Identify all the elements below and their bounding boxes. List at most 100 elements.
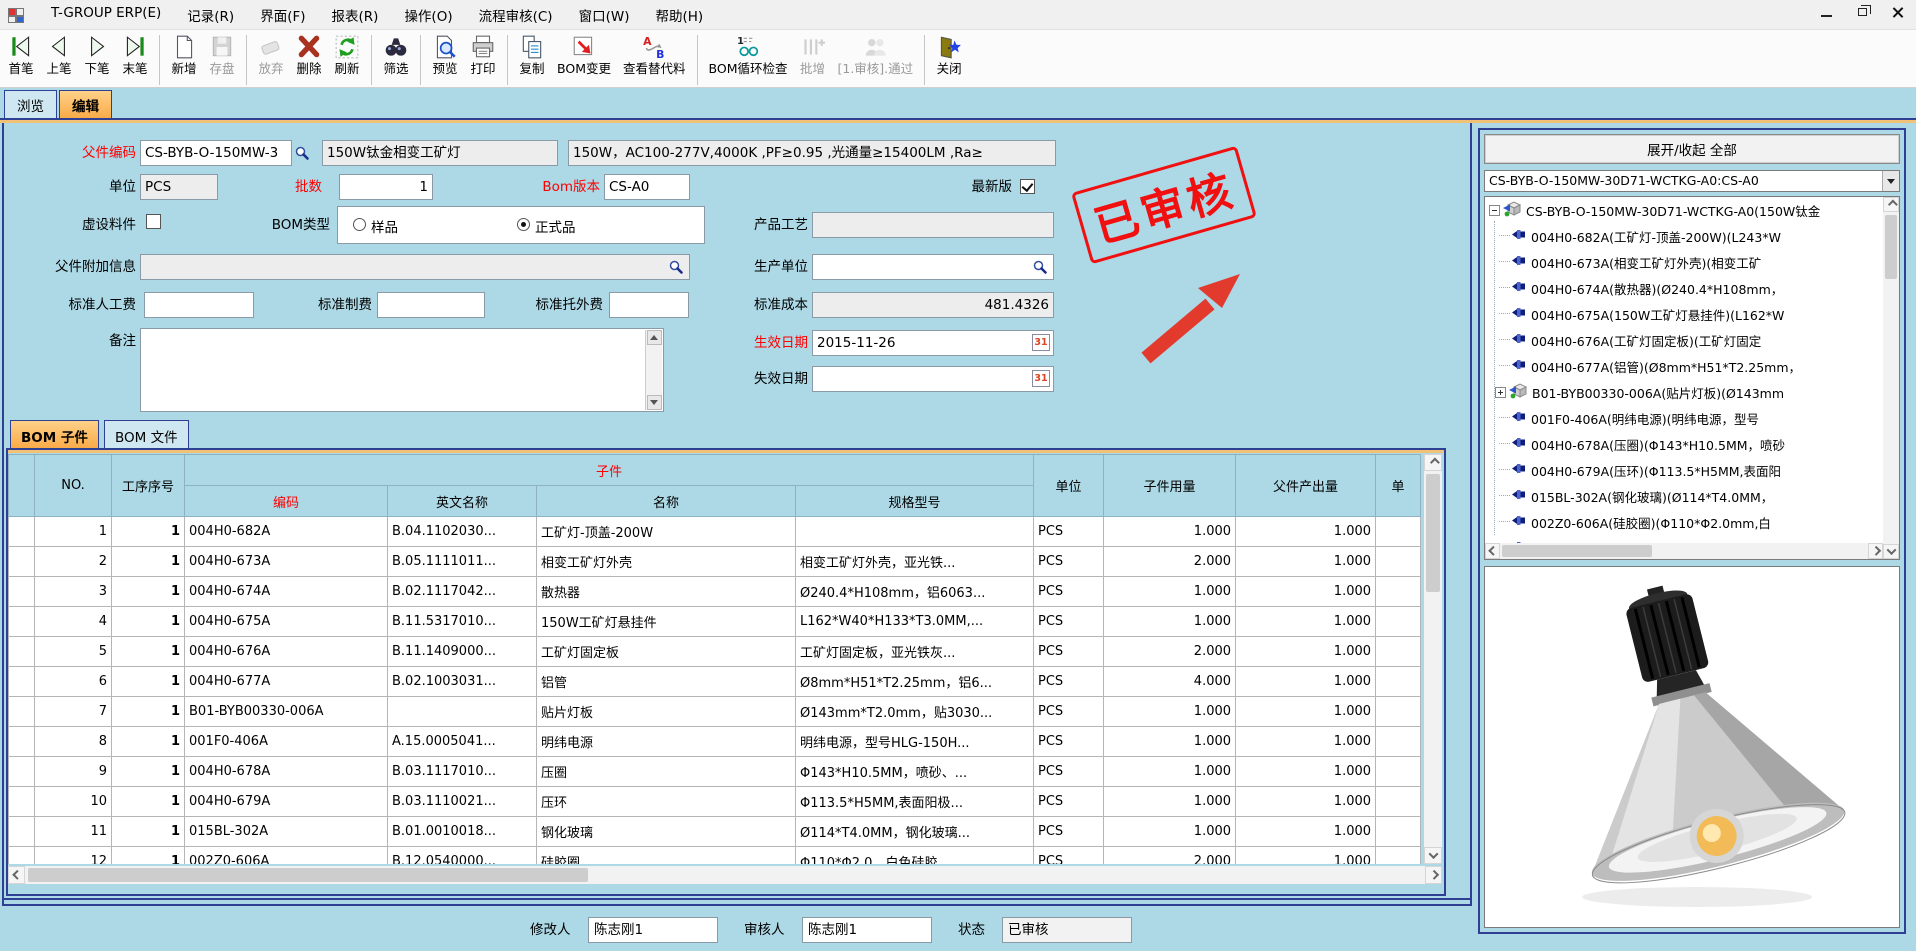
row-selector-cell[interactable] <box>9 697 35 727</box>
tree-item[interactable]: CS-BYB-O-150MW-30D71-WCTKG-A0(150W钛金 <box>1485 197 1883 223</box>
table-vscrollbar[interactable] <box>1424 454 1442 864</box>
table-row[interactable]: 7 1 B01-BYB00330-006A 贴片灯板 Ø143mm*T2.0mm… <box>9 697 1421 727</box>
scroll-up-icon[interactable] <box>1883 197 1899 212</box>
table-row[interactable]: 5 1 004H0-676A B.11.1409000... 工矿灯固定板 工矿… <box>9 637 1421 667</box>
scroll-down-icon[interactable] <box>1424 847 1442 864</box>
effective-date-field[interactable]: 2015-11-26 <box>812 330 1054 356</box>
batch-field[interactable]: 1 <box>339 174 433 200</box>
col-output[interactable]: 父件产出量 <box>1236 455 1376 517</box>
virtual-part-checkbox[interactable] <box>146 214 161 229</box>
std-outsource-field[interactable] <box>609 292 689 318</box>
scroll-right-icon[interactable] <box>1425 866 1442 884</box>
tree-item[interactable]: 004H0-677A(铝管)(Ø8mm*H51*T2.25mm， <box>1485 353 1883 379</box>
tree-item[interactable]: 004H0-679A(压环)(Φ113.5*H5MM,表面阳 <box>1485 457 1883 483</box>
copy-button[interactable]: 复制 <box>513 33 551 78</box>
menu-item[interactable]: 帮助(H) <box>642 1 716 29</box>
table-row[interactable]: 2 1 004H0-673A B.05.1111011... 相变工矿灯外壳 相… <box>9 547 1421 577</box>
scroll-left-icon[interactable] <box>8 866 25 884</box>
tab-edit[interactable]: 编辑 <box>59 90 112 120</box>
col-english-name[interactable]: 英文名称 <box>388 486 537 517</box>
row-selector-cell[interactable] <box>9 847 35 865</box>
view-substitute-button[interactable]: AB 查看替代料 <box>617 33 692 78</box>
tree-vscrollbar[interactable] <box>1883 197 1899 559</box>
menu-item[interactable]: 操作(O) <box>391 1 465 29</box>
table-row[interactable]: 9 1 004H0-678A B.03.1117010... 压圈 Φ143*H… <box>9 757 1421 787</box>
scroll-down-icon[interactable] <box>647 395 662 410</box>
bom-change-button[interactable]: BOM变更 <box>551 33 617 78</box>
add-button[interactable]: 新增 <box>165 33 203 78</box>
col-seq[interactable]: 工序序号 <box>112 455 185 517</box>
tree-item[interactable]: 002Z0-606A(硅胶圈)(Φ110*Φ2.0mm,白 <box>1485 509 1883 535</box>
scroll-thumb[interactable] <box>1502 545 1652 557</box>
col-code[interactable]: 编码 <box>185 486 388 517</box>
col-no[interactable]: NO. <box>35 455 112 517</box>
menu-item[interactable]: 记录(R) <box>174 1 247 29</box>
minimize-button[interactable] <box>1818 4 1834 20</box>
bom-type-formal-radio[interactable] <box>517 218 530 231</box>
scroll-up-icon[interactable] <box>647 330 662 345</box>
tree-item[interactable]: 015BL-302A(钢化玻璃)(Ø114*T4.0MM， <box>1485 483 1883 509</box>
row-selector-cell[interactable] <box>9 637 35 667</box>
tree-item[interactable]: 004H0-676A(工矿灯固定板)(工矿灯固定 <box>1485 327 1883 353</box>
table-hscrollbar[interactable] <box>8 866 1442 884</box>
next-record-button[interactable]: 下笔 <box>78 33 116 78</box>
close-form-button[interactable]: 关闭 <box>930 33 968 78</box>
row-selector-cell[interactable] <box>9 607 35 637</box>
scroll-down-icon[interactable] <box>1883 544 1899 559</box>
scroll-right-icon[interactable] <box>1868 543 1883 559</box>
col-spec[interactable]: 规格型号 <box>796 486 1034 517</box>
tree-item[interactable]: 004H0-678A(压圈)(Φ143*H10.5MM，喷砂 <box>1485 431 1883 457</box>
tab-browse[interactable]: 浏览 <box>4 90 57 120</box>
calendar-icon[interactable]: 31 <box>1032 370 1050 387</box>
production-unit-field[interactable] <box>812 254 1054 280</box>
table-row[interactable]: 8 1 001F0-406A A.15.0005041... 明纬电源 明纬电源… <box>9 727 1421 757</box>
close-button[interactable] <box>1890 4 1906 20</box>
menu-item[interactable]: 窗口(W) <box>566 1 643 29</box>
tree-item[interactable]: 004H0-682A(工矿灯-顶盖-200W)(L243*W <box>1485 223 1883 249</box>
col-qty[interactable]: 子件用量 <box>1104 455 1236 517</box>
row-selector-cell[interactable] <box>9 787 35 817</box>
parent-code-lookup-button[interactable] <box>292 142 312 164</box>
scroll-thumb[interactable] <box>1885 215 1897 279</box>
expire-date-field[interactable] <box>812 366 1054 392</box>
first-record-button[interactable]: 首笔 <box>2 33 40 78</box>
tree-item[interactable]: 001F0-406A(明纬电源)(明纬电源，型号 <box>1485 405 1883 431</box>
col-name[interactable]: 名称 <box>537 486 796 517</box>
calendar-icon[interactable]: 31 <box>1032 334 1050 351</box>
bom-type-sample-radio[interactable] <box>353 218 366 231</box>
tab-bom-files[interactable]: BOM 文件 <box>104 420 189 450</box>
restore-button[interactable] <box>1854 4 1870 20</box>
scroll-up-icon[interactable] <box>1424 454 1442 471</box>
delete-button[interactable]: 删除 <box>290 33 328 78</box>
remark-textarea[interactable] <box>140 328 664 412</box>
table-row[interactable]: 11 1 015BL-302A B.01.0010018... 钢化玻璃 Ø11… <box>9 817 1421 847</box>
tree-item[interactable]: 004H0-675A(150W工矿灯悬挂件)(L162*W <box>1485 301 1883 327</box>
table-row[interactable]: 3 1 004H0-674A B.02.1117042... 散热器 Ø240.… <box>9 577 1421 607</box>
std-labor-field[interactable] <box>144 292 254 318</box>
col-extra[interactable]: 单 <box>1376 455 1421 517</box>
row-selector-cell[interactable] <box>9 757 35 787</box>
row-selector-cell[interactable] <box>9 727 35 757</box>
parent-code-field[interactable]: CS-BYB-O-150MW-3 <box>140 140 292 166</box>
prev-record-button[interactable]: 上笔 <box>40 33 78 78</box>
row-selector-cell[interactable] <box>9 817 35 847</box>
tree-item[interactable]: B01-BYB00330-006A(贴片灯板)(Ø143mm <box>1485 379 1883 405</box>
preview-button[interactable]: 预览 <box>426 33 464 78</box>
table-row[interactable]: 4 1 004H0-675A B.11.5317010... 150W工矿灯悬挂… <box>9 607 1421 637</box>
menu-item[interactable]: T-GROUP ERP(E) <box>38 1 174 29</box>
tree-item[interactable]: 004H0-680A(吊环)(M20、铁镀铬、) <box>1485 535 1883 543</box>
parent-extra-lookup-button[interactable] <box>666 256 686 278</box>
row-selector-cell[interactable] <box>9 547 35 577</box>
col-unit[interactable]: 单位 <box>1034 455 1104 517</box>
row-selector-cell[interactable] <box>9 577 35 607</box>
table-row[interactable]: 10 1 004H0-679A B.03.1110021... 压环 Φ113.… <box>9 787 1421 817</box>
bom-loop-check-button[interactable]: 1 BOM循环检查 <box>703 33 794 78</box>
scroll-thumb[interactable] <box>1426 474 1440 592</box>
remark-scrollbar[interactable] <box>645 330 662 410</box>
table-row[interactable]: 12 1 002Z0-606A B.12.0540000... 硅胶圈 Φ110… <box>9 847 1421 865</box>
print-button[interactable]: 打印 <box>464 33 502 78</box>
table-row[interactable]: 1 1 004H0-682A B.04.1102030... 工矿灯-顶盖-20… <box>9 517 1421 547</box>
tree-expand-icon[interactable] <box>1489 205 1500 216</box>
menu-item[interactable]: 流程审核(C) <box>466 1 566 29</box>
table-row[interactable]: 6 1 004H0-677A B.02.1003031... 铝管 Ø8mm*H… <box>9 667 1421 697</box>
